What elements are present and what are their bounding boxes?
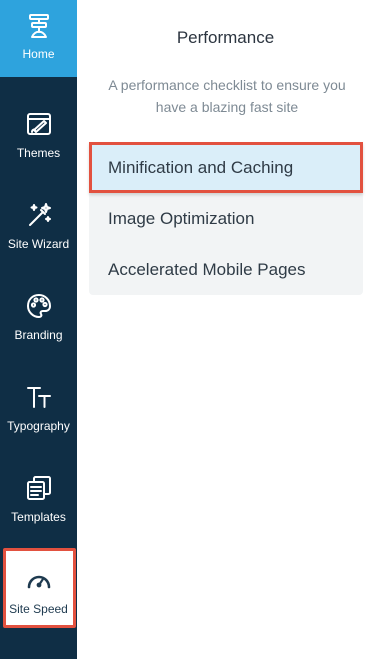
list-item-image-optimization[interactable]: Image Optimization	[89, 193, 363, 244]
templates-icon	[23, 472, 55, 504]
sidebar-item-label: Templates	[11, 510, 66, 524]
sidebar-item-label: Themes	[16, 146, 61, 160]
sidebar-item-label: Site Wizard	[7, 237, 70, 251]
sidebar-item-label: Typography	[7, 419, 70, 433]
performance-checklist: Minification and Caching Image Optimizat…	[89, 142, 363, 295]
sidebar-item-site-speed[interactable]: Site Speed	[0, 548, 77, 628]
list-item-label: Minification and Caching	[108, 157, 294, 177]
themes-icon	[23, 108, 55, 140]
sidebar-item-label: Branding	[14, 328, 63, 342]
sidebar: Home Themes Site Wizard Branding Typogra…	[0, 0, 77, 659]
sidebar-item-label: Site Speed	[9, 602, 68, 616]
sidebar-item-label: Home	[22, 47, 55, 61]
sidebar-item-home[interactable]: Home	[0, 0, 77, 77]
sidebar-item-typography[interactable]: Typography	[0, 359, 77, 449]
home-icon	[23, 10, 55, 42]
magic-wand-icon	[23, 199, 55, 231]
sidebar-item-templates[interactable]: Templates	[0, 450, 77, 540]
sidebar-item-themes[interactable]: Themes	[0, 86, 77, 176]
list-item-label: Image Optimization	[108, 208, 255, 228]
typography-icon	[23, 381, 55, 413]
list-item-accelerated-mobile-pages[interactable]: Accelerated Mobile Pages	[89, 244, 363, 295]
list-item-minification-and-caching[interactable]: Minification and Caching	[89, 142, 363, 193]
sidebar-item-site-wizard[interactable]: Site Wizard	[0, 177, 77, 267]
list-item-label: Accelerated Mobile Pages	[108, 259, 306, 279]
speedometer-icon	[23, 564, 55, 596]
panel-title: Performance	[176, 28, 275, 47]
palette-icon	[23, 290, 55, 322]
panel-description: A performance checklist to ensure you ha…	[108, 77, 346, 115]
sidebar-item-branding[interactable]: Branding	[0, 268, 77, 358]
